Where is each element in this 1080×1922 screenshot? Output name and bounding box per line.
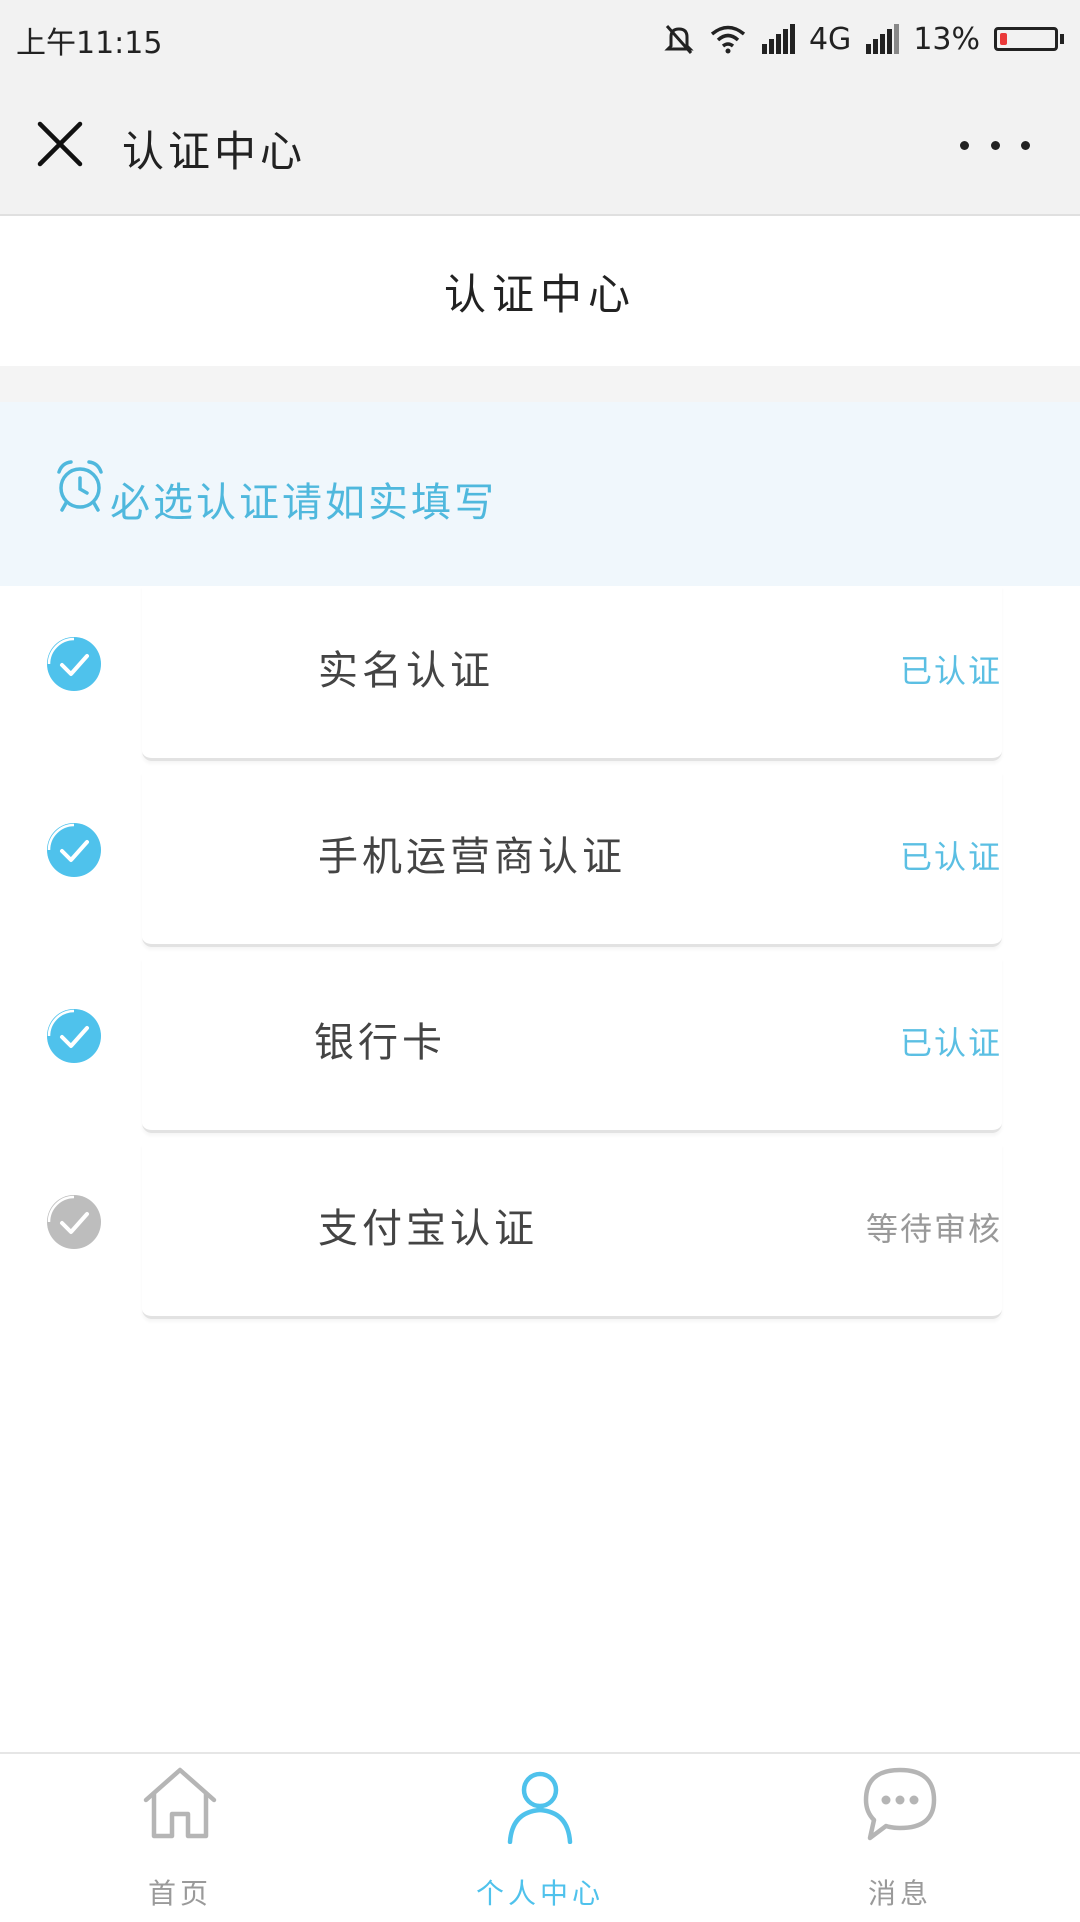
row-divider [142,958,1002,1133]
user-icon [507,1771,573,1844]
home-icon [143,1767,217,1839]
close-button[interactable] [30,114,90,174]
status-time: 上午11:15 [16,26,163,61]
status-bar: 上午11:15 4G 13% [0,0,1080,78]
auth-item-label: 手机运营商认证 [318,834,626,880]
close-icon [37,121,83,167]
more-dots-icon [960,140,969,150]
battery-percent: 13% [913,21,980,57]
auth-item-real-name[interactable]: 实名认证 已认证 [0,586,1080,772]
nav-item-messages[interactable]: 消息 [720,1754,1080,1922]
nav-item-profile[interactable]: 个人中心 [360,1754,720,1922]
row-divider [142,586,1002,761]
auth-item-status: 已认证 [899,1024,1002,1062]
nav-item-home[interactable]: 首页 [0,1754,360,1922]
window-title: 认证中心 [122,127,307,176]
check-circle-icon [47,823,101,877]
nav-label-profile: 个人中心 [475,1877,604,1910]
nav-label-home: 首页 [147,1877,212,1910]
auth-item-label: 支付宝认证 [318,1206,538,1252]
auth-item-bank-card[interactable]: 银行卡 已认证 [0,958,1080,1144]
auth-item-status: 已认证 [899,652,1002,690]
auth-item-label: 银行卡 [314,1020,446,1066]
auth-item-status: 等待审核 [865,1210,1002,1248]
battery-fill [1000,33,1007,45]
check-circle-icon [47,1009,101,1063]
title-bar: 认证中心 [0,78,1080,216]
auth-item-status: 已认证 [899,838,1002,876]
auth-item-label: 实名认证 [318,648,494,694]
bottom-nav: 首页 个人中心 消息 [0,1752,1080,1922]
signal-icon [761,24,795,54]
check-circle-icon [47,1195,101,1249]
network-type: 4G [808,21,852,57]
wifi-icon [710,25,746,54]
page-header: 认证中心 [0,216,1080,366]
alarm-clock-icon [57,460,103,512]
signal-icon [866,24,900,54]
page-title: 认证中心 [443,269,636,319]
auth-item-alipay[interactable]: 支付宝认证 等待审核 [0,1144,1080,1330]
auth-item-mobile-carrier[interactable]: 手机运营商认证 已认证 [0,772,1080,958]
nav-label-messages: 消息 [867,1877,932,1910]
battery-icon [994,27,1064,51]
check-circle-icon [47,637,101,691]
section-divider [0,366,1080,402]
message-icon [863,1767,937,1841]
bell-off-icon [664,25,694,54]
more-button[interactable] [960,120,1030,170]
notice-text: 必选认证请如实填写 [110,480,497,526]
status-icons: 4G 13% [663,12,1064,66]
